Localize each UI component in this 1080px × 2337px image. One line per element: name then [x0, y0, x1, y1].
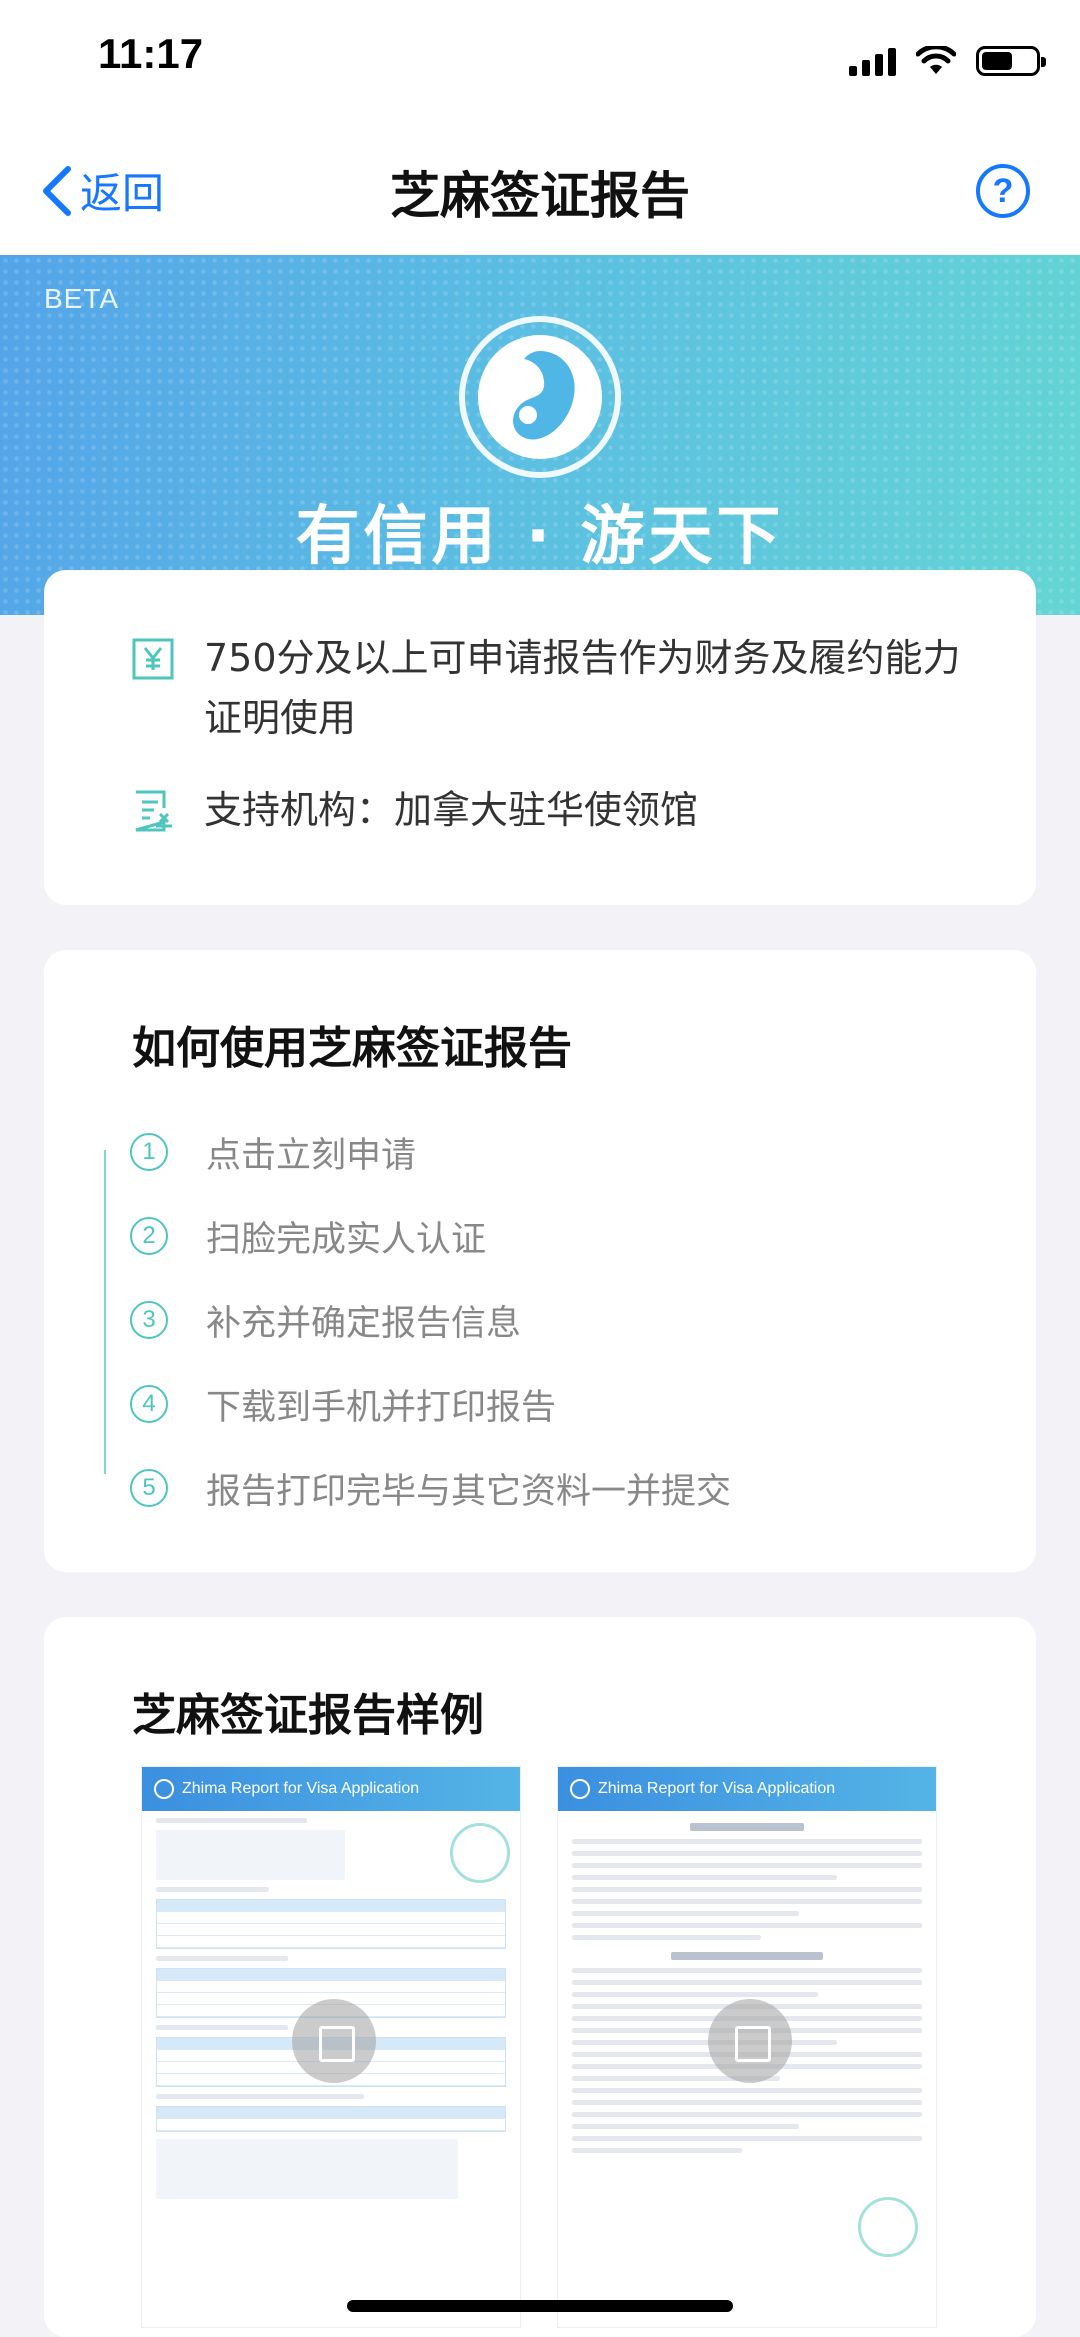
step-item: 3 补充并确定报告信息 — [130, 1278, 731, 1362]
seal-icon — [450, 1823, 510, 1883]
status-time: 11:17 — [98, 30, 204, 77]
page-title: 芝麻签证报告 — [390, 167, 690, 225]
info-card: 750分及以上可申请报告作为财务及履约能力证明使用 支持机构：加拿大驻华使领馆 — [44, 570, 1036, 905]
sample-header-title: Zhima Report for Visa Application — [182, 1780, 420, 1797]
step-item: 2 扫脸完成实人认证 — [130, 1194, 731, 1278]
sample-report-page-1[interactable]: Zhima Report for Visa Application — [142, 1767, 520, 2327]
steps-list: 1 点击立刻申请 2 扫脸完成实人认证 3 补充并确定报告信息 4 下载到手机并… — [130, 1110, 731, 1530]
samples-heading: 芝麻签证报告样例 — [132, 1690, 484, 1741]
zoom-icon[interactable] — [708, 1999, 792, 2083]
step-number: 1 — [130, 1133, 168, 1171]
step-label: 点击立刻申请 — [206, 1135, 417, 1176]
step-label: 下载到手机并打印报告 — [206, 1387, 557, 1428]
step-label: 补充并确定报告信息 — [206, 1303, 522, 1344]
step-item: 1 点击立刻申请 — [130, 1110, 731, 1194]
step-number: 2 — [130, 1217, 168, 1255]
seal-icon — [858, 2197, 918, 2257]
step-item: 4 下载到手机并打印报告 — [130, 1362, 731, 1446]
zoom-icon[interactable] — [292, 1999, 376, 2083]
sample-header-title: Zhima Report for Visa Application — [598, 1780, 836, 1797]
zhima-logo-icon — [570, 1779, 590, 1799]
wifi-icon — [916, 46, 956, 74]
sample-header: Zhima Report for Visa Application — [142, 1767, 520, 1811]
institution-text: 支持机构：加拿大驻华使领馆 — [204, 788, 699, 832]
steps-connector — [104, 1150, 106, 1474]
sample-report-page-2[interactable]: Zhima Report for Visa Application — [558, 1767, 936, 2327]
status-bar: 11:17 — [0, 0, 1080, 120]
sample-header: Zhima Report for Visa Application — [558, 1767, 936, 1811]
requirement-text: 750分及以上可申请报告作为财务及履约能力证明使用 — [204, 636, 961, 740]
embassy-doc-icon — [135, 790, 172, 832]
banner-slogan: 有信用 · 游天下 — [295, 500, 785, 574]
samples-card: 芝麻签证报告样例 Zhima Report for Visa Applicati… — [44, 1617, 1036, 2337]
help-icon[interactable]: ? — [976, 164, 1030, 218]
zhima-logo-icon — [459, 316, 621, 478]
money-doc-icon — [132, 638, 174, 680]
zhima-logo-icon — [154, 1779, 174, 1799]
step-number: 5 — [130, 1469, 168, 1507]
institution-row: 支持机构：加拿大驻华使领馆 — [130, 780, 964, 840]
battery-icon — [976, 46, 1046, 76]
requirement-row: 750分及以上可申请报告作为财务及履约能力证明使用 — [130, 628, 964, 748]
banner: BETA 有信用 · 游天下 — [0, 255, 1080, 615]
beta-badge: BETA — [44, 283, 120, 314]
steps-card: 如何使用芝麻签证报告 1 点击立刻申请 2 扫脸完成实人认证 3 补充并确定报告… — [44, 950, 1036, 1572]
home-indicator[interactable] — [347, 2300, 733, 2312]
step-label: 扫脸完成实人认证 — [206, 1219, 487, 1260]
step-number: 3 — [130, 1301, 168, 1339]
steps-heading: 如何使用芝麻签证报告 — [132, 1023, 572, 1074]
step-label: 报告打印完毕与其它资料一并提交 — [206, 1471, 732, 1512]
status-icons — [849, 46, 1046, 76]
step-number: 4 — [130, 1385, 168, 1423]
step-item: 5 报告打印完毕与其它资料一并提交 — [130, 1446, 731, 1530]
signal-icon — [849, 46, 896, 76]
nav-bar: 返回 芝麻签证报告 ? — [0, 120, 1080, 255]
